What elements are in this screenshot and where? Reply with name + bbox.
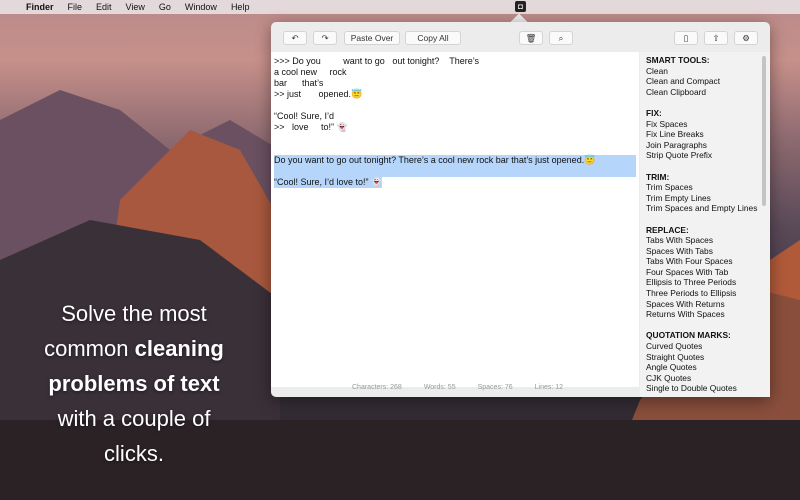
- tools-sidebar: SMART TOOLS: Clean Clean and Compact Clean …: [640, 52, 770, 397]
- tool-item[interactable]: Strip Quote Prefix: [646, 150, 764, 161]
- tray-app-icon[interactable]: ◘: [515, 1, 526, 12]
- tool-item[interactable]: Spaces With Returns: [646, 299, 764, 310]
- text-line: >> love to!” 👻: [274, 122, 348, 132]
- search-icon[interactable]: ⌕: [549, 31, 573, 45]
- tool-item[interactable]: Fix Spaces: [646, 119, 764, 130]
- tool-item[interactable]: Join Paragraphs: [646, 140, 764, 151]
- tool-item[interactable]: CJK Quotes: [646, 373, 764, 384]
- status-bar: Characters: 268 Words: 55 Spaces: 76 Lin…: [271, 384, 639, 391]
- promo-bold: cleaning: [134, 336, 224, 361]
- document-icon[interactable]: ▯: [674, 31, 698, 45]
- tool-item[interactable]: Fix Line Breaks: [646, 129, 764, 140]
- menu-view[interactable]: View: [126, 2, 145, 12]
- tool-item[interactable]: Returns With Spaces: [646, 309, 764, 320]
- selected-text-line: “Cool! Sure, I’d love to!” 👻: [274, 177, 383, 188]
- text-line: [274, 133, 636, 144]
- characters-count: Characters: 268: [352, 384, 402, 391]
- paste-over-button[interactable]: Paste Over: [344, 31, 400, 45]
- tool-item[interactable]: Single to Double Quotes: [646, 383, 764, 394]
- tool-item[interactable]: Spaces With Tabs: [646, 246, 764, 257]
- menu-help[interactable]: Help: [231, 2, 250, 12]
- menu-bar: Finder File Edit View Go Window Help: [0, 0, 800, 14]
- text-line: a cool new rock: [274, 67, 347, 77]
- toolbar: ↶ ↷ Paste Over Copy All 🗑 ⌕ ▯ ⇧ ⚙: [271, 22, 770, 52]
- promo-line: common cleaning: [0, 331, 268, 366]
- promo-text: Solve the most common cleaning problems …: [0, 296, 268, 471]
- share-icon[interactable]: ⇧: [704, 31, 728, 45]
- section-heading: REPLACE:: [646, 224, 689, 235]
- tool-item[interactable]: Clean Clipboard: [646, 87, 764, 98]
- selected-text-line: Do you want to go out tonight? There’s a…: [274, 155, 636, 166]
- tool-item[interactable]: Tabs With Spaces: [646, 235, 764, 246]
- promo-bold: problems of text: [48, 371, 220, 396]
- tool-item[interactable]: Clean and Compact: [646, 76, 764, 87]
- section-heading: QUOTATION MARKS:: [646, 330, 731, 341]
- gear-icon[interactable]: ⚙: [734, 31, 758, 45]
- tool-item[interactable]: Trim Spaces and Empty Lines: [646, 203, 764, 214]
- tool-item[interactable]: Trim Spaces: [646, 182, 764, 193]
- menu-finder[interactable]: Finder: [26, 2, 54, 12]
- promo-line: with a couple of: [57, 406, 211, 431]
- promo-line-text: common: [44, 336, 135, 361]
- tool-item[interactable]: Three Periods to Ellipsis: [646, 288, 764, 299]
- promo-line: clicks.: [104, 441, 164, 466]
- selected-text-line: [274, 166, 636, 177]
- section-heading: FIX:: [646, 107, 662, 118]
- menu-window[interactable]: Window: [185, 2, 217, 12]
- sidebar-scrollbar[interactable]: [762, 56, 766, 206]
- text-line: >> just opened.😇: [274, 89, 363, 99]
- tool-item[interactable]: Trim Empty Lines: [646, 193, 764, 204]
- text-line: >>> Do you want to go out tonight? There…: [274, 56, 480, 66]
- undo-button[interactable]: ↶: [283, 31, 307, 45]
- popover-window: ↶ ↷ Paste Over Copy All 🗑 ⌕ ▯ ⇧ ⚙ >>> Do…: [271, 22, 770, 397]
- section-heading: TRIM:: [646, 171, 670, 182]
- text-line: bar that’s: [274, 78, 324, 88]
- tool-item[interactable]: Ellipsis to Three Periods: [646, 277, 764, 288]
- copy-all-button[interactable]: Copy All: [405, 31, 461, 45]
- menu-file[interactable]: File: [68, 2, 83, 12]
- redo-button[interactable]: ↷: [313, 31, 337, 45]
- spaces-count: Spaces: 76: [477, 384, 513, 391]
- tool-item[interactable]: Curved Quotes: [646, 341, 764, 352]
- section-heading: SMART TOOLS:: [646, 55, 710, 65]
- tool-item[interactable]: Four Spaces With Tab: [646, 267, 764, 278]
- menu-go[interactable]: Go: [159, 2, 171, 12]
- tool-item[interactable]: Angle Quotes: [646, 362, 764, 373]
- promo-line: Solve the most: [61, 301, 207, 326]
- text-line: [274, 144, 636, 155]
- text-line: [274, 100, 636, 111]
- words-count: Words: 55: [423, 384, 456, 391]
- tool-item[interactable]: Clean: [646, 66, 764, 77]
- text-line: “Cool! Sure, I’d: [274, 111, 335, 121]
- lines-count: Lines: 12: [534, 384, 564, 391]
- text-editor[interactable]: >>> Do you want to go out tonight? There…: [271, 52, 639, 387]
- tool-item[interactable]: Tabs With Four Spaces: [646, 256, 764, 267]
- tool-item[interactable]: Straight Quotes: [646, 352, 764, 363]
- trash-icon[interactable]: 🗑: [519, 31, 543, 45]
- menu-edit[interactable]: Edit: [96, 2, 112, 12]
